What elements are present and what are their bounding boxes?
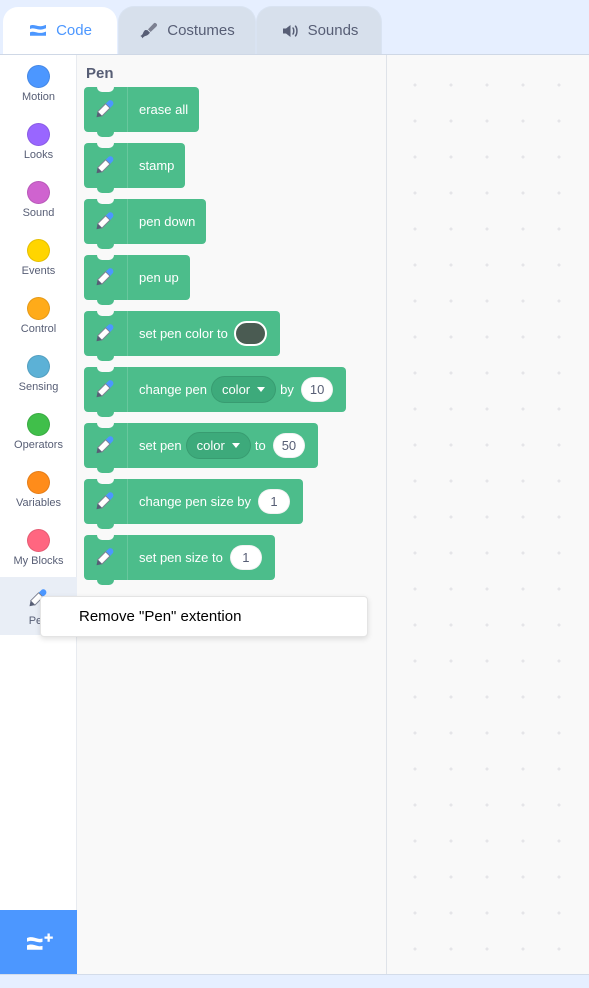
block-label-prefix: change pen	[139, 381, 207, 397]
divider	[127, 479, 128, 524]
tab-sounds[interactable]: Sounds	[256, 6, 382, 54]
sidebar-item-label: Sound	[22, 207, 55, 219]
add-extension-icon	[24, 928, 54, 958]
chevron-down-icon	[231, 443, 240, 448]
sidebar-item-motion[interactable]: Motion	[0, 55, 77, 113]
dropdown-value: color	[196, 438, 225, 453]
block-label-suffix: by	[280, 381, 294, 397]
palette-context-menu: Remove "Pen" extention	[40, 596, 368, 637]
amount-input[interactable]: 10	[300, 377, 334, 402]
sidebar-item-label: My Blocks	[13, 555, 64, 567]
pen-color-swatch[interactable]	[233, 321, 267, 346]
amount-input[interactable]: 1	[229, 545, 262, 570]
add-extension-button[interactable]	[0, 910, 77, 975]
scratch-editor-window: Code Costumes Sounds Motion Looks Sound …	[0, 0, 589, 988]
pen-icon	[93, 265, 119, 291]
code-workspace-canvas[interactable]	[387, 55, 589, 975]
sidebar-item-label: Motion	[21, 91, 56, 103]
pen-icon	[93, 153, 119, 179]
tab-costumes[interactable]: Costumes	[118, 6, 256, 54]
pen-icon	[93, 545, 119, 571]
pen-icon	[93, 377, 119, 403]
bottom-status-strip	[0, 974, 589, 988]
block-erase-all[interactable]: erase all	[84, 87, 200, 137]
circle-icon	[27, 65, 50, 88]
block-palette[interactable]: Pen erase all stamp pen down pen up set …	[77, 55, 387, 975]
block-pen-up[interactable]: pen up	[84, 255, 190, 305]
sidebar-item-label: Operators	[14, 439, 63, 451]
block-change-pen-by[interactable]: change pen color by 10	[84, 367, 347, 417]
sidebar-item-label: Control	[20, 323, 57, 335]
sidebar-item-looks[interactable]: Looks	[0, 113, 77, 171]
block-label: pen down	[139, 213, 196, 229]
sidebar-item-variables[interactable]: Variables	[0, 461, 77, 519]
block-label: erase all	[139, 101, 189, 117]
dropdown-value: color	[221, 382, 251, 397]
sidebar-item-operators[interactable]: Operators	[0, 403, 77, 461]
divider	[127, 143, 128, 188]
pen-icon	[93, 489, 119, 515]
block-change-pen-size-by[interactable]: change pen size by 1	[84, 479, 304, 529]
block-label-prefix: set pen	[139, 437, 182, 453]
pen-icon	[93, 209, 119, 235]
pen-param-dropdown[interactable]: color	[210, 376, 277, 403]
pen-param-dropdown[interactable]: color	[185, 432, 251, 459]
divider	[127, 87, 128, 132]
palette-block-list: erase all stamp pen down pen up set pen …	[77, 87, 386, 591]
block-label: pen up	[139, 269, 179, 285]
circle-icon	[27, 471, 50, 494]
sidebar-item-sensing[interactable]: Sensing	[0, 345, 77, 403]
circle-icon	[27, 297, 50, 320]
divider	[127, 311, 128, 356]
block-label: stamp	[139, 157, 175, 173]
category-sidebar: Motion Looks Sound Events Control Sensin…	[0, 55, 77, 975]
sidebar-item-label: Variables	[15, 497, 62, 509]
sidebar-item-my-blocks[interactable]: My Blocks	[0, 519, 77, 577]
circle-icon	[27, 239, 50, 262]
block-label: change pen size by	[139, 493, 252, 509]
pen-icon	[93, 433, 119, 459]
amount-input[interactable]: 1	[258, 489, 291, 514]
sidebar-item-label: Looks	[23, 149, 54, 161]
divider	[127, 199, 128, 244]
circle-icon	[27, 413, 50, 436]
circle-icon	[27, 529, 50, 552]
tab-code[interactable]: Code	[2, 6, 118, 54]
speaker-icon	[280, 21, 300, 41]
sidebar-item-control[interactable]: Control	[0, 287, 77, 345]
pen-icon	[93, 321, 119, 347]
editor-tab-bar: Code Costumes Sounds	[0, 0, 589, 54]
block-set-pen-to[interactable]: set pen color to 50	[84, 423, 319, 473]
sidebar-item-label: Events	[21, 265, 56, 277]
block-set-pen-size-to[interactable]: set pen size to 1	[84, 535, 275, 585]
circle-icon	[27, 123, 50, 146]
block-set-pen-color-to[interactable]: set pen color to	[84, 311, 280, 361]
block-stamp[interactable]: stamp	[84, 143, 186, 193]
block-label: set pen size to	[139, 549, 223, 565]
pen-icon	[93, 97, 119, 123]
context-menu-item-remove-extension[interactable]: Remove "Pen" extention	[41, 597, 367, 636]
sidebar-item-sound[interactable]: Sound	[0, 171, 77, 229]
paintbrush-icon	[139, 21, 159, 41]
divider	[127, 535, 128, 580]
code-blocks-icon	[28, 21, 48, 41]
tab-costumes-label: Costumes	[167, 22, 235, 39]
editor-body: Motion Looks Sound Events Control Sensin…	[0, 54, 589, 975]
palette-category-title: Pen	[86, 65, 114, 82]
divider	[127, 423, 128, 468]
chevron-down-icon	[257, 387, 266, 392]
divider	[127, 367, 128, 412]
divider	[127, 255, 128, 300]
block-pen-down[interactable]: pen down	[84, 199, 207, 249]
circle-icon	[27, 355, 50, 378]
sidebar-item-label: Sensing	[18, 381, 59, 393]
sidebar-item-events[interactable]: Events	[0, 229, 77, 287]
circle-icon	[27, 181, 50, 204]
tab-sounds-label: Sounds	[307, 22, 359, 39]
block-label-suffix: to	[254, 437, 266, 453]
block-label: set pen color to	[139, 325, 228, 341]
amount-input[interactable]: 50	[272, 433, 306, 458]
tab-code-label: Code	[56, 22, 92, 39]
